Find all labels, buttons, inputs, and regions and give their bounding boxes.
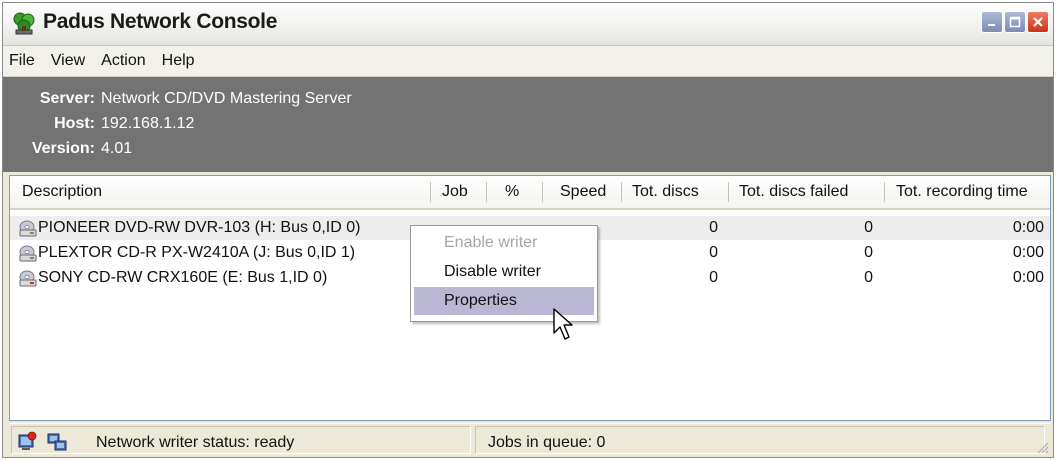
- cd-writer-icon: [19, 220, 37, 237]
- window-title: Padus Network Console: [43, 10, 278, 33]
- status-pane-jobs: Jobs in queue: 0: [475, 426, 1045, 454]
- menu-item-enable-writer[interactable]: Enable writer: [414, 229, 594, 257]
- tot-discs-value: 0: [709, 244, 718, 261]
- mouse-pointer-icon: [553, 308, 573, 340]
- cd-writer-icon: [19, 245, 37, 262]
- column-header-description[interactable]: Description: [22, 176, 102, 208]
- network-tree-icon: [13, 12, 35, 35]
- tot-discs-failed-value: 0: [864, 269, 873, 286]
- host-label: Host:: [54, 115, 95, 132]
- server-label: Server:: [39, 90, 95, 107]
- tot-discs-failed-value: 0: [864, 219, 873, 236]
- menu-help[interactable]: Help: [154, 52, 203, 70]
- jobs-in-queue-text: Jobs in queue: 0: [488, 434, 606, 451]
- list-header: Description Job % Speed Tot. discs Tot. …: [10, 176, 1050, 210]
- menu-action[interactable]: Action: [93, 52, 153, 70]
- minimize-button[interactable]: [981, 11, 1003, 33]
- alert-icon[interactable]: [16, 431, 38, 453]
- column-header-percent[interactable]: %: [505, 176, 519, 208]
- server-info-panel: Server: Network CD/DVD Mastering Server …: [3, 77, 1053, 172]
- version-label: Version:: [31, 140, 95, 157]
- close-button[interactable]: [1027, 11, 1049, 33]
- host-value: 192.168.1.12: [101, 115, 195, 132]
- minimize-icon: [988, 24, 995, 26]
- tot-recording-time-value: 0:00: [1012, 269, 1044, 286]
- cd-writer-icon: [19, 270, 37, 287]
- tot-discs-value: 0: [709, 219, 718, 236]
- maximize-icon: [1009, 16, 1021, 28]
- version-value: 4.01: [101, 140, 133, 157]
- close-icon: [1033, 17, 1043, 27]
- writer-description: PLEXTOR CD-R PX-W2410A (J: Bus 0,ID 1): [38, 244, 356, 261]
- menu-view[interactable]: View: [43, 52, 93, 70]
- tot-discs-value: 0: [709, 269, 718, 286]
- title-bar[interactable]: Padus Network Console: [3, 3, 1053, 46]
- status-bar: Network writer status: ready Jobs in que…: [9, 423, 1051, 456]
- tot-recording-time-value: 0:00: [1012, 244, 1044, 261]
- column-header-job[interactable]: Job: [442, 176, 468, 208]
- status-pane-writer: Network writer status: ready: [11, 426, 471, 454]
- menu-file[interactable]: File: [3, 52, 43, 70]
- writer-description: SONY CD-RW CRX160E (E: Bus 1,ID 0): [38, 269, 328, 286]
- column-header-tot-discs[interactable]: Tot. discs: [632, 176, 699, 208]
- column-header-tot-discs-failed[interactable]: Tot. discs failed: [739, 176, 848, 208]
- tot-discs-failed-value: 0: [864, 244, 873, 261]
- column-header-speed[interactable]: Speed: [560, 176, 606, 208]
- writer-status-text: Network writer status: ready: [96, 434, 295, 451]
- menu-bar: File View Action Help: [3, 46, 1053, 77]
- maximize-button[interactable]: [1004, 11, 1026, 33]
- writer-description: PIONEER DVD-RW DVR-103 (H: Bus 0,ID 0): [38, 219, 361, 236]
- menu-item-disable-writer[interactable]: Disable writer: [414, 258, 594, 286]
- tot-recording-time-value: 0:00: [1012, 219, 1044, 236]
- column-header-tot-recording-time[interactable]: Tot. recording time: [896, 176, 1028, 208]
- network-icon[interactable]: [46, 431, 68, 453]
- server-value: Network CD/DVD Mastering Server: [101, 90, 352, 107]
- resize-grip-icon[interactable]: [1037, 442, 1049, 454]
